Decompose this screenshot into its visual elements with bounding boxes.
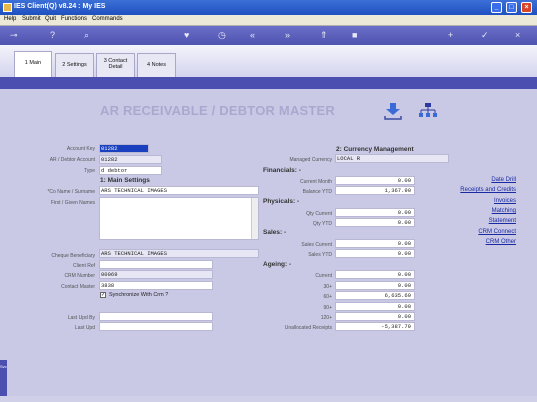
label-sales-ytd: Sales YTD — [308, 252, 332, 258]
section-financials: Financials: - — [263, 167, 301, 174]
section-main-settings: 1: Main Settings — [100, 177, 150, 184]
client-ref-field[interactable] — [99, 260, 213, 269]
label-cheque-beneficiary: Cheque Beneficiary — [51, 253, 95, 259]
sales-ytd-field[interactable]: 0.00 — [335, 249, 415, 258]
menu-submit[interactable]: Submit — [22, 16, 41, 22]
label-first-names: First / Given Names — [50, 200, 95, 206]
label-crm-number: CRM Number — [64, 273, 95, 279]
tab-notes[interactable]: 4 Notes — [137, 53, 176, 77]
last-upd-field[interactable] — [99, 322, 213, 331]
last-icon[interactable]: » — [285, 30, 290, 41]
link-invoices[interactable]: Invoices — [440, 198, 516, 204]
contact-master-field[interactable]: 3838 — [99, 281, 213, 290]
ageing-60-field[interactable]: 6,635.69 — [335, 291, 415, 300]
confirm-icon[interactable]: ✓ — [481, 30, 489, 41]
ageing-120-field[interactable]: 0.00 — [335, 312, 415, 321]
close-icon[interactable]: × — [515, 30, 520, 41]
label-managed-currency: Managed Currency — [289, 157, 332, 163]
menu-quit[interactable]: Quit — [45, 16, 56, 22]
label-ageing-current: Current — [315, 273, 332, 279]
ageing-current-field[interactable]: 0.00 — [335, 270, 415, 279]
managed-currency-field[interactable]: LOCAL R — [335, 154, 449, 163]
menu-help[interactable]: Help — [4, 16, 16, 22]
toolbar: ⊸ ? ⌕ ♥ ◷ « » ⇑ ■ + ✓ × — [0, 26, 537, 45]
link-crm-connect[interactable]: CRM Connect — [440, 229, 516, 235]
textarea-scrollbar[interactable] — [251, 198, 258, 239]
sync-crm-checkbox[interactable]: ✓ — [100, 292, 106, 298]
label-ageing-30: 30+ — [323, 284, 332, 290]
app-icon — [3, 3, 12, 12]
title-bar: IES Client(Q) v8.24 : My IES _ □ × — [0, 0, 537, 15]
link-date-drill[interactable]: Date Drill — [440, 177, 516, 183]
balance-ytd-field[interactable]: 1,367.90 — [335, 186, 415, 195]
tab-baseline — [0, 77, 537, 89]
label-client-ref: Client Ref — [73, 263, 95, 269]
qty-ytd-field[interactable]: 0.00 — [335, 218, 415, 227]
form-title: AR RECEIVABLE / DEBTOR MASTER — [100, 103, 336, 118]
co-name-field[interactable]: ARS TECHNICAL IMAGES — [99, 186, 259, 195]
ageing-30-field[interactable]: 0.00 — [335, 281, 415, 290]
search-icon[interactable]: ⌕ — [84, 30, 89, 41]
label-last-upd: Last Upd — [74, 325, 95, 331]
label-unallocated-receipts: Unallocated Receipts — [284, 325, 332, 331]
label-debtor-account: AR / Debtor Account — [49, 157, 95, 163]
cheque-beneficiary-field[interactable]: ARS TECHNICAL IMAGES — [99, 249, 259, 258]
label-current-month: Current Month — [300, 179, 332, 185]
type-field[interactable]: d debtor — [99, 166, 162, 175]
org-chart-icon[interactable] — [418, 102, 438, 120]
tab-settings[interactable]: 2 Settings — [55, 53, 94, 77]
label-qty-current: Qty Current — [306, 211, 332, 217]
debtor-account-field[interactable]: 01282 — [99, 155, 162, 164]
key-icon[interactable]: ⊸ — [10, 30, 18, 41]
qty-current-field[interactable]: 0.00 — [335, 208, 415, 217]
label-qty-ytd: Qty YTD — [312, 221, 332, 227]
download-icon[interactable] — [383, 102, 403, 120]
label-contact-master: Contact Master — [61, 284, 95, 290]
first-names-textarea[interactable] — [99, 197, 259, 240]
current-month-field[interactable]: 0.00 — [335, 176, 415, 185]
maximize-button[interactable]: □ — [506, 2, 517, 13]
sales-current-field[interactable]: 0.00 — [335, 239, 415, 248]
unallocated-receipts-field[interactable]: -5,387.79 — [335, 322, 415, 331]
section-physicals: Physicals: - — [263, 198, 300, 205]
up-icon[interactable]: ⇑ — [320, 30, 328, 41]
bottom-strip — [0, 396, 537, 402]
link-statement[interactable]: Statement — [440, 218, 516, 224]
section-currency: 2: Currency Management — [336, 146, 414, 153]
menu-functions[interactable]: Functions — [61, 16, 87, 22]
first-icon[interactable]: « — [250, 30, 255, 41]
label-ageing-60: 60+ — [323, 294, 332, 300]
label-co-name: *Co Name / Surname — [47, 189, 95, 195]
account-key-field[interactable]: 01282 — [99, 144, 149, 153]
link-matching[interactable]: Matching — [440, 208, 516, 214]
minimize-button[interactable]: _ — [491, 2, 502, 13]
close-button[interactable]: × — [521, 2, 532, 13]
link-crm-other[interactable]: CRM Other — [440, 239, 516, 245]
label-type: Type — [84, 168, 95, 174]
crm-number-field[interactable]: 00069 — [99, 270, 213, 279]
sync-crm-label: Synchronize With Crm ? — [109, 292, 169, 298]
label-sales-current: Sales Current — [301, 242, 332, 248]
favorite-icon[interactable]: ♥ — [184, 30, 189, 41]
section-ageing: Ageing: - — [263, 261, 292, 268]
menu-commands[interactable]: Commands — [92, 16, 123, 22]
label-ageing-90: 90+ — [323, 305, 332, 311]
window-title: IES Client(Q) v8.24 : My IES — [14, 3, 106, 10]
left-side-strip[interactable]: Svc — [0, 360, 7, 400]
link-receipts-credits[interactable]: Receipts and Credits — [440, 187, 516, 193]
menu-bar: Help Submit Quit Functions Commands — [0, 15, 537, 26]
ageing-90-field[interactable]: 0.00 — [335, 302, 415, 311]
add-icon[interactable]: + — [448, 30, 453, 41]
tab-main[interactable]: 1 Main — [14, 51, 52, 77]
label-ageing-120: 120+ — [320, 315, 332, 321]
history-icon[interactable]: ◷ — [218, 30, 226, 41]
section-sales: Sales: - — [263, 229, 287, 236]
label-balance-ytd: Balance YTD — [302, 189, 332, 195]
help-icon[interactable]: ? — [50, 30, 55, 41]
last-upd-by-field[interactable] — [99, 312, 213, 321]
tab-contact-detail[interactable]: 3 Contact Detail — [96, 53, 135, 77]
label-last-upd-by: Last Upd By — [67, 315, 95, 321]
label-account-key: Account Key — [66, 146, 95, 152]
stop-icon[interactable]: ■ — [352, 30, 357, 41]
